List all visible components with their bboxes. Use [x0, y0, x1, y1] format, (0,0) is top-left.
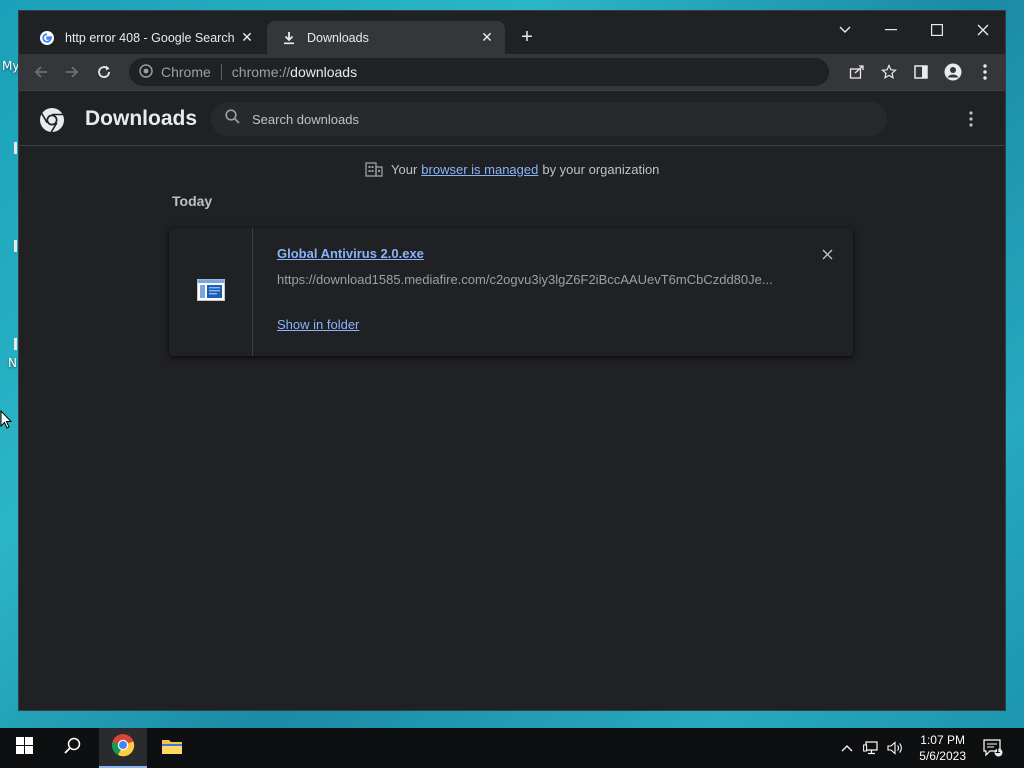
folder-icon — [161, 737, 183, 760]
tab-google-search[interactable]: http error 408 - Google Search ✕ — [25, 21, 265, 54]
maximize-button[interactable] — [914, 15, 960, 45]
omnibox-divider — [220, 64, 222, 80]
browser-window: http error 408 - Google Search ✕ Downloa… — [18, 10, 1006, 711]
download-icon — [281, 30, 297, 46]
download-item-card: Global Antivirus 2.0.exe https://downloa… — [169, 228, 853, 356]
desktop-icon-label-my[interactable]: My — [2, 59, 19, 73]
tab-strip: http error 408 - Google Search ✕ Downloa… — [19, 11, 1005, 54]
show-in-folder-link[interactable]: Show in folder — [277, 317, 359, 332]
google-g-icon — [39, 30, 55, 46]
clock-time: 1:07 PM — [920, 733, 965, 747]
search-icon — [225, 109, 240, 129]
close-tab-icon[interactable]: ✕ — [239, 29, 255, 46]
browser-menu-icon[interactable] — [973, 60, 997, 84]
tab-title: http error 408 - Google Search — [65, 30, 235, 45]
back-button[interactable] — [29, 60, 53, 84]
tab-downloads[interactable]: Downloads ✕ — [267, 21, 505, 54]
taskbar-search-button[interactable] — [48, 728, 96, 768]
chrome-site-icon — [139, 63, 153, 81]
clock-date: 5/6/2023 — [919, 749, 966, 763]
chrome-logo-icon — [39, 107, 65, 133]
toolbar: Chrome chrome:// downloads — [19, 54, 1005, 90]
download-source-url[interactable]: https://download1585.mediafire.com/c2ogv… — [277, 272, 787, 287]
share-icon[interactable] — [849, 64, 865, 83]
close-tab-icon[interactable]: ✕ — [479, 29, 495, 46]
managed-suffix: by your organization — [542, 161, 660, 177]
page-title: Downloads — [85, 107, 198, 130]
bookmark-star-icon[interactable] — [881, 64, 897, 83]
volume-icon[interactable] — [884, 728, 906, 768]
desktop-icon-label-n[interactable]: N — [8, 356, 17, 370]
search-icon — [63, 737, 81, 759]
forward-button[interactable] — [60, 60, 84, 84]
url-host: downloads — [290, 64, 358, 80]
desktop-icon-fragment — [14, 338, 17, 350]
minimize-button[interactable] — [868, 15, 914, 45]
search-input[interactable] — [252, 111, 852, 127]
start-button[interactable] — [0, 728, 48, 768]
windows-logo-icon — [15, 737, 33, 759]
downloads-header: Downloads — [19, 90, 1005, 146]
notification-count-badge: 1 — [995, 745, 1001, 755]
close-window-button[interactable] — [960, 15, 1005, 45]
reload-button[interactable] — [92, 60, 116, 84]
show-hidden-icons-chevron[interactable] — [838, 728, 856, 768]
tab-search-chevron-icon[interactable] — [822, 15, 868, 45]
search-downloads-box[interactable] — [211, 102, 887, 136]
managed-prefix: Your — [391, 161, 418, 177]
side-panel-icon[interactable] — [909, 60, 933, 84]
taskbar: 1:07 PM 5/6/2023 1 — [0, 728, 1024, 768]
remove-download-icon[interactable] — [817, 244, 837, 264]
executable-file-icon — [196, 278, 225, 306]
downloads-page: Downloads Your browser is managed by you… — [19, 90, 1005, 710]
mouse-cursor-icon — [0, 410, 12, 429]
date-section-label: Today — [172, 193, 213, 209]
new-tab-button[interactable]: + — [517, 27, 537, 47]
notification-center-icon[interactable]: 1 — [982, 728, 1004, 768]
browser-managed-link[interactable]: browser is managed — [421, 162, 538, 177]
profile-avatar-icon[interactable] — [941, 60, 965, 84]
chrome-icon — [111, 733, 135, 762]
site-label: Chrome — [161, 64, 211, 80]
desktop-icon-fragment — [14, 142, 17, 154]
download-filename-link[interactable]: Global Antivirus 2.0.exe — [277, 246, 424, 261]
tab-title: Downloads — [307, 30, 369, 45]
downloads-menu-icon[interactable] — [961, 109, 981, 129]
building-icon — [365, 160, 383, 178]
taskbar-chrome-button[interactable] — [99, 728, 147, 768]
taskbar-file-explorer-button[interactable] — [148, 728, 196, 768]
network-icon[interactable] — [860, 728, 882, 768]
file-icon-column — [169, 228, 253, 356]
managed-notice: Your browser is managed by your organiza… — [365, 160, 659, 178]
desktop-icon-fragment — [14, 240, 17, 252]
system-clock[interactable]: 1:07 PM 5/6/2023 — [919, 732, 966, 764]
url-scheme: chrome:// — [231, 64, 291, 80]
address-bar[interactable]: Chrome chrome:// downloads — [129, 58, 897, 86]
